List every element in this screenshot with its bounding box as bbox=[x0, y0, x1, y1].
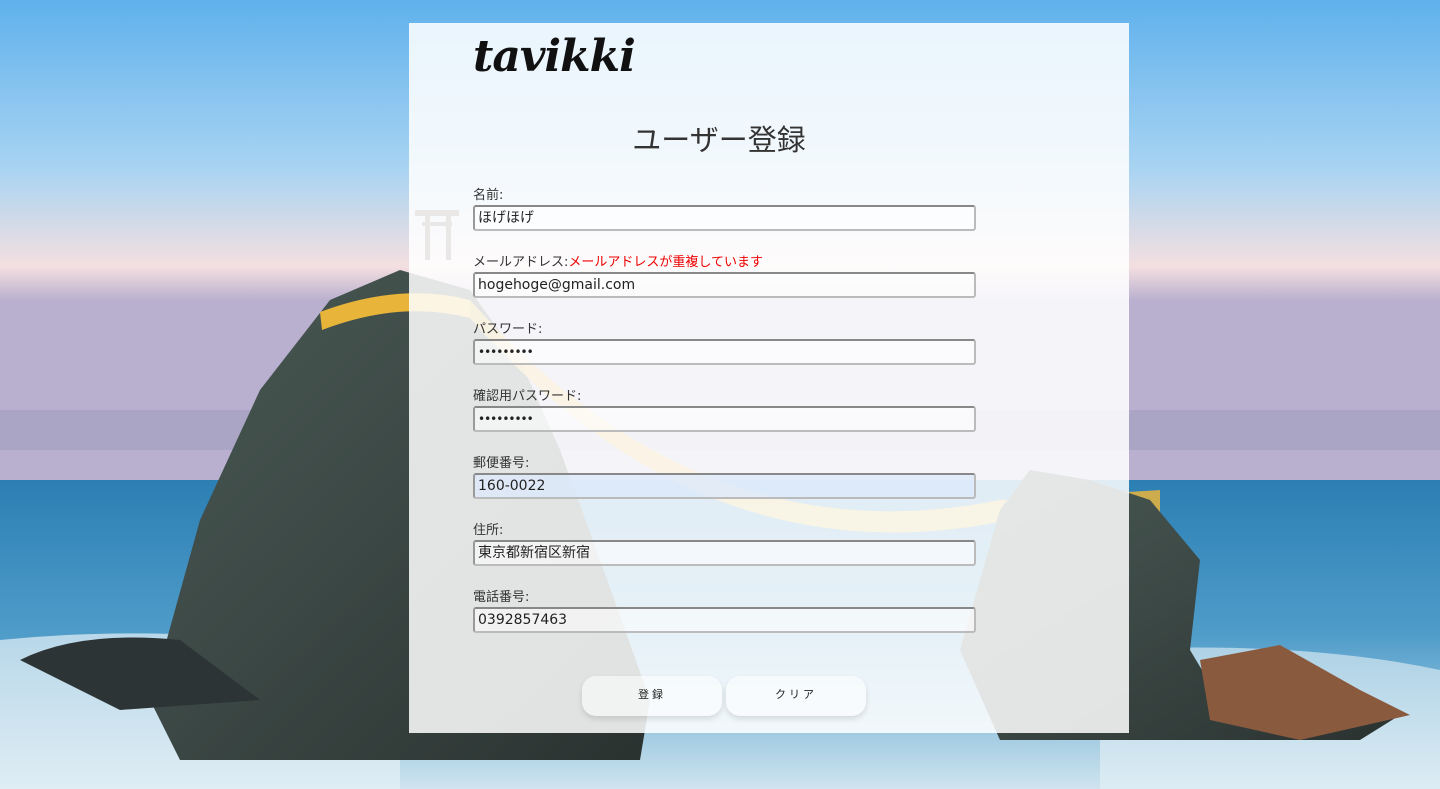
email-error-message: メールアドレスが重複しています bbox=[568, 255, 764, 270]
postal-field-group: 郵便番号: 160-0022 bbox=[473, 455, 976, 499]
email-input[interactable]: hogehoge@gmail.com bbox=[473, 272, 976, 298]
phone-field-group: 電話番号: 0392857463 bbox=[473, 589, 976, 633]
postal-input[interactable]: 160-0022 bbox=[473, 473, 976, 499]
phone-input[interactable]: 0392857463 bbox=[473, 607, 976, 633]
name-input[interactable]: ほげほげ bbox=[473, 205, 976, 231]
password-field-group: パスワード: ••••••••• bbox=[473, 321, 976, 365]
address-input[interactable]: 東京都新宿区新宿 bbox=[473, 540, 976, 566]
postal-label: 郵便番号: bbox=[473, 456, 530, 471]
email-label: メールアドレス: bbox=[473, 255, 569, 270]
password-confirm-label: 確認用パスワード: bbox=[473, 389, 582, 404]
email-field-group: メールアドレス:メールアドレスが重複しています hogehoge@gmail.c… bbox=[473, 254, 976, 298]
phone-label: 電話番号: bbox=[473, 590, 530, 605]
password-confirm-field-group: 確認用パスワード: ••••••••• bbox=[473, 388, 976, 432]
email-label-row: メールアドレス:メールアドレスが重複しています bbox=[473, 254, 976, 271]
brand-logo[interactable]: tavikki bbox=[473, 31, 636, 82]
clear-button[interactable]: クリア bbox=[726, 676, 866, 716]
page-title: ユーザー登録 bbox=[632, 123, 806, 157]
registration-panel: tavikki ユーザー登録 名前: ほげほげ メールアドレス:メールアドレスが… bbox=[409, 23, 1129, 733]
name-label: 名前: bbox=[473, 188, 504, 203]
address-field-group: 住所: 東京都新宿区新宿 bbox=[473, 522, 976, 566]
submit-button[interactable]: 登録 bbox=[582, 676, 722, 716]
password-label: パスワード: bbox=[473, 322, 543, 337]
address-label: 住所: bbox=[473, 523, 504, 538]
password-confirm-input[interactable]: ••••••••• bbox=[473, 406, 976, 432]
password-input[interactable]: ••••••••• bbox=[473, 339, 976, 365]
name-field-group: 名前: ほげほげ bbox=[473, 187, 976, 231]
